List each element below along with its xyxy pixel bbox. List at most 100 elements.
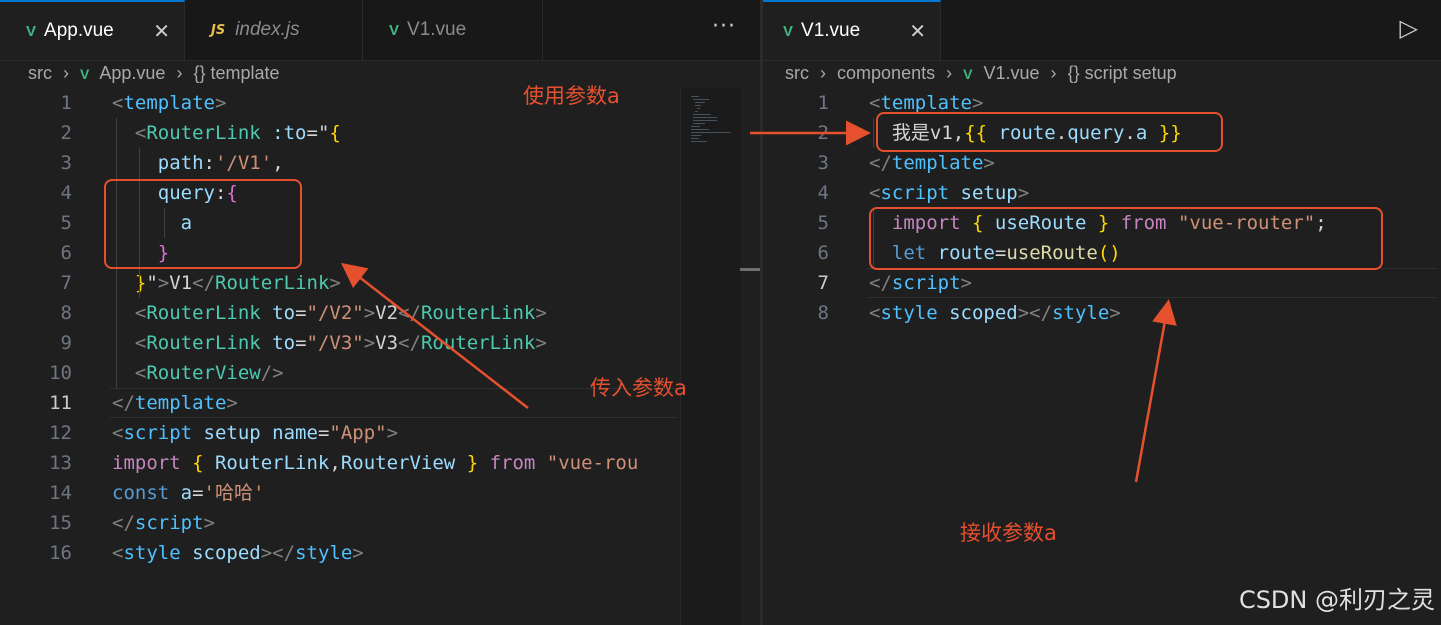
minimap-line	[691, 132, 731, 133]
code-line[interactable]: const a='哈哈'	[112, 478, 264, 508]
chevron-right-icon: ›	[63, 63, 70, 83]
breadcrumb-item[interactable]: App.vue	[99, 63, 165, 83]
code-token: ></	[1017, 302, 1053, 324]
breadcrumb: src › V App.vue › {} template	[0, 60, 760, 86]
tab-v1-vue-right[interactable]: V V1.vue ✕	[763, 0, 941, 60]
minimap-line	[695, 105, 701, 106]
breadcrumb-item[interactable]: {} template	[193, 63, 279, 83]
run-icon[interactable]: ▷	[1400, 14, 1419, 42]
code-token: =	[306, 122, 318, 144]
breadcrumb-item[interactable]: {} script setup	[1068, 63, 1177, 83]
tab-app-vue[interactable]: V App.vue ✕	[0, 0, 185, 60]
code-token: RouterLink	[146, 332, 261, 354]
code-token: >	[386, 422, 399, 444]
breadcrumb-item[interactable]: V1.vue	[983, 63, 1039, 83]
chevron-right-icon: ›	[176, 63, 183, 83]
code-line[interactable]: </template>	[869, 148, 995, 178]
code-token: =	[192, 482, 204, 504]
close-icon[interactable]: ✕	[909, 19, 926, 44]
chevron-right-icon: ›	[946, 63, 953, 83]
code-token: >	[1109, 302, 1121, 324]
breadcrumb: src › components › V V1.vue › {} script …	[763, 60, 1441, 86]
code-line[interactable]: <script setup name="App">	[112, 418, 398, 448]
code-line[interactable]: path:'/V1',	[112, 148, 284, 178]
line-number: 2	[60, 122, 72, 144]
code-token: setup	[949, 182, 1018, 204]
line-number: 7	[60, 272, 72, 294]
code-line[interactable]: <style scoped></style>	[869, 298, 1121, 328]
line-number: 9	[60, 332, 72, 354]
tab-label: App.vue	[44, 20, 114, 41]
line-number: 6	[60, 242, 72, 264]
minimap-line	[693, 117, 717, 118]
code-line[interactable]: <RouterView/>	[112, 358, 284, 388]
code-token: scoped	[180, 542, 261, 564]
code-token: "	[317, 122, 330, 144]
tab-label: index.js	[235, 19, 300, 40]
code-token: a	[169, 482, 193, 504]
code-token: RouterView	[146, 362, 261, 384]
line-number: 4	[817, 182, 829, 204]
line-number: 4	[60, 182, 72, 204]
code-line[interactable]: </template>	[112, 388, 238, 418]
code-token: <	[112, 542, 124, 564]
code-token: <	[112, 92, 124, 114]
code-line[interactable]: <style scoped></style>	[112, 538, 364, 568]
tab-index-js[interactable]: JS index.js	[185, 0, 363, 60]
code-token: }	[134, 272, 147, 294]
more-actions-icon[interactable]: ···	[712, 14, 736, 39]
code-token: RouterLink	[420, 302, 536, 324]
line-number: 12	[49, 422, 72, 444]
highlight-box-script-import	[869, 207, 1383, 270]
code-token: >	[329, 272, 341, 294]
line-number: 1	[60, 92, 72, 114]
code-line[interactable]: <RouterLink :to="{	[112, 118, 341, 148]
code-token: RouterLink	[146, 122, 261, 144]
code-token: "	[146, 272, 158, 294]
code-token: script	[880, 182, 950, 204]
breadcrumb-item[interactable]: components	[837, 63, 935, 83]
code-token: >	[535, 332, 547, 354]
scrollbar-marker[interactable]	[740, 268, 760, 271]
minimap-line	[695, 111, 698, 112]
close-icon[interactable]: ✕	[153, 19, 170, 44]
tab-v1-vue[interactable]: V V1.vue	[363, 0, 543, 60]
code-token: path	[157, 152, 204, 174]
code-line[interactable]: <script setup>	[869, 178, 1029, 208]
breadcrumb-item[interactable]: src	[785, 63, 809, 83]
code-token: style	[880, 302, 938, 324]
line-number: 14	[49, 482, 72, 504]
code-token: style	[295, 542, 353, 564]
line-number: 2	[817, 122, 829, 144]
code-line[interactable]: }">V1</RouterLink>	[112, 268, 341, 298]
code-token: to	[260, 332, 296, 354]
code-line[interactable]: <template>	[112, 88, 226, 118]
code-token: V2	[375, 302, 399, 324]
minimap[interactable]	[680, 88, 741, 625]
code-token: >	[352, 542, 364, 564]
code-token: '/V1'	[214, 152, 273, 174]
minimap-line	[691, 135, 701, 136]
code-line[interactable]: </script>	[869, 268, 972, 298]
minimap-line	[691, 141, 707, 142]
code-token: template	[134, 392, 227, 414]
code-token: from	[478, 452, 536, 474]
breadcrumb-item[interactable]: src	[28, 63, 52, 83]
code-token: ,	[272, 152, 284, 174]
code-token: >	[226, 392, 238, 414]
code-line[interactable]: <RouterLink to="/V2">V2</RouterLink>	[112, 298, 547, 328]
code-token: "vue-rou	[535, 452, 639, 474]
code-line[interactable]: <RouterLink to="/V3">V3</RouterLink>	[112, 328, 547, 358]
vue-icon: V	[80, 66, 90, 82]
line-number: 6	[817, 242, 829, 264]
code-token: }	[466, 452, 479, 474]
code-line[interactable]: </script>	[112, 508, 215, 538]
code-line[interactable]: import { RouterLink,RouterView } from "v…	[112, 448, 638, 478]
line-number: 11	[49, 392, 72, 414]
code-token: </	[398, 302, 421, 324]
code-token: <	[134, 122, 147, 144]
code-token: <	[869, 92, 881, 114]
code-token: style	[123, 542, 181, 564]
